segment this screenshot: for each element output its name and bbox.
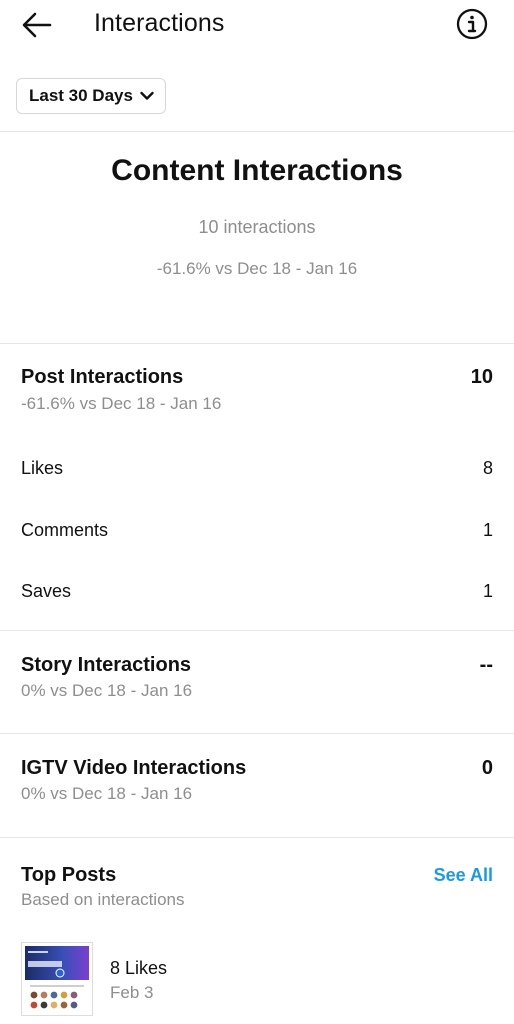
post-interactions-change: -61.6% vs Dec 18 - Jan 16 (21, 394, 222, 413)
post-date: Feb 3 (110, 983, 154, 1002)
post-interactions-value: 10 (470, 366, 493, 388)
saves-label: Saves (21, 581, 72, 601)
date-range-dropdown[interactable]: Last 30 Days (16, 78, 166, 114)
see-all-link[interactable]: See All (434, 865, 493, 886)
header-bar: Interactions (0, 0, 514, 56)
top-posts-subtitle: Based on interactions (21, 890, 185, 909)
divider (0, 343, 514, 344)
post-thumbnail-image (22, 943, 92, 1015)
summary-count: 10 interactions (198, 217, 316, 237)
post-likes: 8 Likes (110, 958, 168, 978)
divider (0, 733, 514, 734)
likes-label: Likes (21, 458, 64, 478)
divider (0, 630, 514, 631)
comments-label: Comments (21, 520, 109, 540)
story-interactions-change: 0% vs Dec 18 - Jan 16 (21, 681, 193, 700)
info-circle-icon (456, 8, 488, 40)
likes-value: 8 (482, 458, 493, 478)
igtv-interactions-change: 0% vs Dec 18 - Jan 16 (21, 784, 193, 803)
top-posts-title: Top Posts (21, 864, 117, 886)
divider (0, 837, 514, 838)
chevron-down-icon (140, 91, 154, 100)
saves-value: 1 (482, 581, 493, 601)
arrow-left-icon (22, 12, 52, 38)
post-thumbnail[interactable] (21, 942, 93, 1016)
igtv-interactions-title: IGTV Video Interactions (21, 757, 247, 779)
back-button[interactable] (18, 8, 58, 42)
info-button[interactable] (456, 8, 488, 40)
summary-title: Content Interactions (111, 154, 403, 187)
date-range-label: Last 30 Days (29, 86, 133, 105)
page-title: Interactions (94, 9, 225, 37)
story-interactions-title: Story Interactions (21, 654, 192, 676)
story-interactions-value: -- (479, 654, 493, 676)
igtv-interactions-value: 0 (481, 757, 493, 779)
post-interactions-title: Post Interactions (21, 366, 184, 388)
summary-change: -61.6% vs Dec 18 - Jan 16 (156, 259, 358, 278)
comments-value: 1 (482, 520, 493, 540)
divider (0, 131, 514, 132)
